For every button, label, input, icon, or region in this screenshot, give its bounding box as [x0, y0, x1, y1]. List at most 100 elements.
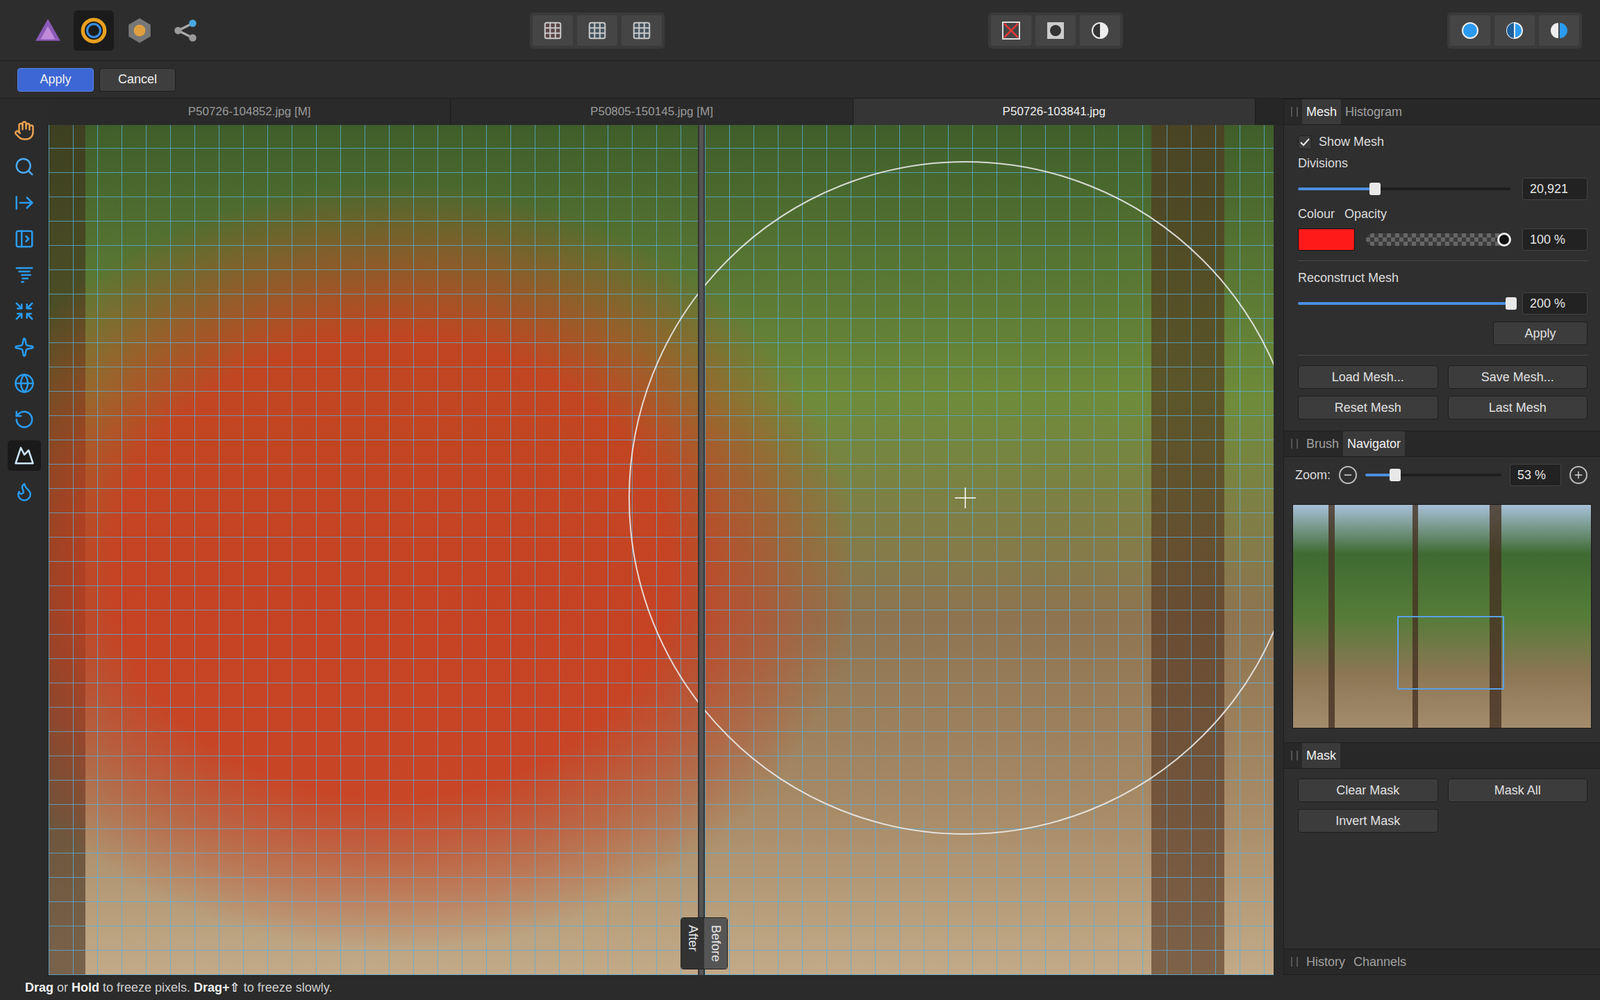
grip-icon[interactable] [1290, 106, 1298, 117]
panel-header: HistoryChannels [1284, 948, 1600, 975]
persona-button[interactable] [165, 10, 206, 51]
mesh-tool-button[interactable] [532, 15, 573, 46]
tool-button[interactable] [7, 115, 41, 146]
reconstruct-slider[interactable] [1297, 302, 1512, 305]
zoom-slider[interactable] [1365, 473, 1502, 477]
photo-canvas[interactable]: AfterBefore [48, 125, 1274, 975]
zoom-in-button[interactable] [1569, 465, 1588, 485]
divisions-row: 20,921 [1297, 177, 1588, 200]
navigator-thumbnail[interactable] [1292, 504, 1592, 729]
mesh-button[interactable]: Load Mesh... [1297, 365, 1439, 389]
cancel-button[interactable]: Cancel [99, 68, 176, 92]
divisions-label: Divisions [1297, 156, 1588, 171]
mask-button[interactable]: Mask All [1447, 778, 1589, 803]
mirror-view-icon [1549, 20, 1569, 41]
document-tab[interactable]: P50726-104852.jpg [M] [48, 98, 451, 125]
split-divider[interactable] [697, 125, 705, 975]
zoom-value[interactable]: 53 % [1509, 463, 1562, 487]
top-toolbar [0, 0, 1600, 62]
panel-tab[interactable]: Brush [1302, 431, 1344, 457]
status-text: Drag+⇧ [193, 979, 241, 996]
divisions-slider[interactable] [1297, 187, 1512, 191]
panel-tab[interactable]: History [1302, 949, 1350, 975]
opacity-value[interactable]: 100 % [1522, 228, 1588, 251]
canvas-row: AfterBefore [48, 125, 1284, 975]
tool-button[interactable] [7, 476, 41, 507]
vertical-scrollbar[interactable] [1273, 125, 1284, 975]
panel-tab[interactable]: Channels [1349, 949, 1411, 975]
mask-overlay-button[interactable] [1035, 15, 1076, 46]
mesh-buttons: Load Mesh... Save Mesh... Reset Mesh Last M… [1297, 365, 1588, 420]
single-view-button[interactable] [1450, 15, 1491, 46]
mask-view-group [988, 12, 1123, 49]
persona-button[interactable] [27, 10, 69, 51]
plus-icon [1572, 469, 1585, 481]
mask-buttons: Clear Mask Mask All Invert Mask [1297, 778, 1588, 833]
show-mesh-checkbox[interactable] [1297, 135, 1312, 150]
persona-button[interactable] [73, 10, 114, 51]
status-text: or [53, 980, 72, 996]
show-mesh-label: Show Mesh [1318, 134, 1385, 150]
tool-button[interactable] [7, 151, 41, 182]
mesh-button[interactable]: Reset Mesh [1297, 395, 1439, 420]
mesh-button[interactable]: Last Mesh [1447, 395, 1589, 420]
slider-thumb[interactable] [1369, 182, 1381, 196]
workspace: P50726-104852.jpg [M]P50805-150145.jpg [… [0, 98, 1600, 975]
panel-tab[interactable]: Histogram [1340, 99, 1407, 125]
divisions-value[interactable]: 20,921 [1522, 177, 1588, 200]
zoom-row: Zoom:53 % [1284, 456, 1600, 494]
tool-button[interactable] [7, 295, 41, 327]
grip-icon[interactable] [1290, 438, 1298, 449]
colour-label: Colour [1297, 206, 1335, 222]
zoom-out-button[interactable] [1338, 465, 1357, 485]
view-mode-group [1447, 12, 1582, 49]
mask-button[interactable]: Invert Mask [1297, 809, 1439, 833]
mesh-tool-button[interactable] [577, 15, 618, 46]
slider-thumb[interactable] [1497, 232, 1512, 247]
reconstruct-icon [13, 409, 35, 430]
panel-header: BrushNavigator [1284, 430, 1600, 457]
tool-button[interactable] [7, 440, 41, 471]
view-rectangle[interactable] [1397, 615, 1505, 690]
opacity-slider[interactable] [1365, 233, 1512, 246]
split-handle[interactable]: AfterBefore [680, 917, 728, 970]
reconstruct-value[interactable]: 200 % [1522, 292, 1588, 315]
slider-thumb[interactable] [1505, 297, 1517, 310]
panel-tab[interactable]: Mask [1302, 743, 1341, 769]
apply-button[interactable]: Apply [17, 68, 94, 92]
tool-button[interactable] [7, 368, 41, 399]
mirror-view-button[interactable] [1538, 15, 1580, 46]
document-tab[interactable]: P50805-150145.jpg [M] [450, 98, 853, 125]
colour-swatch[interactable] [1297, 228, 1355, 251]
panel-tab[interactable]: Navigator [1343, 431, 1405, 457]
reconstruct-apply-button[interactable]: Apply [1493, 321, 1588, 346]
status-text: to freeze pixels. [99, 980, 194, 996]
mesh-tool-button[interactable] [621, 15, 662, 46]
mesh-button[interactable]: Save Mesh... [1447, 365, 1589, 389]
split-view-button[interactable] [1494, 15, 1535, 46]
slider-thumb[interactable] [1389, 468, 1401, 482]
grip-icon[interactable] [1290, 750, 1298, 761]
persona-button[interactable] [119, 10, 160, 51]
cross-box-icon [1001, 20, 1021, 41]
grip-icon[interactable] [1290, 956, 1298, 967]
hide-mask-button[interactable] [990, 15, 1032, 46]
half-circle-icon [1090, 20, 1110, 41]
document-tab[interactable]: P50726-103841.jpg [853, 98, 1256, 125]
tool-button[interactable] [7, 404, 41, 435]
status-text: Hold [71, 980, 100, 996]
tool-button[interactable] [7, 223, 41, 255]
panel-tab[interactable]: Mesh [1302, 99, 1341, 125]
tool-button[interactable] [7, 331, 41, 363]
develop-persona-icon [79, 15, 109, 46]
divider [1297, 354, 1588, 356]
tool-button[interactable] [7, 259, 41, 291]
mask-contrast-button[interactable] [1079, 15, 1121, 46]
persona-group [27, 10, 206, 51]
split-view-icon [1504, 20, 1525, 41]
push-left-icon [13, 228, 35, 250]
mask-button[interactable]: Clear Mask [1297, 778, 1439, 803]
split-label: Before [704, 918, 728, 969]
colour-opacity-labels: ColourOpacity [1297, 206, 1588, 222]
tool-button[interactable] [7, 187, 41, 219]
